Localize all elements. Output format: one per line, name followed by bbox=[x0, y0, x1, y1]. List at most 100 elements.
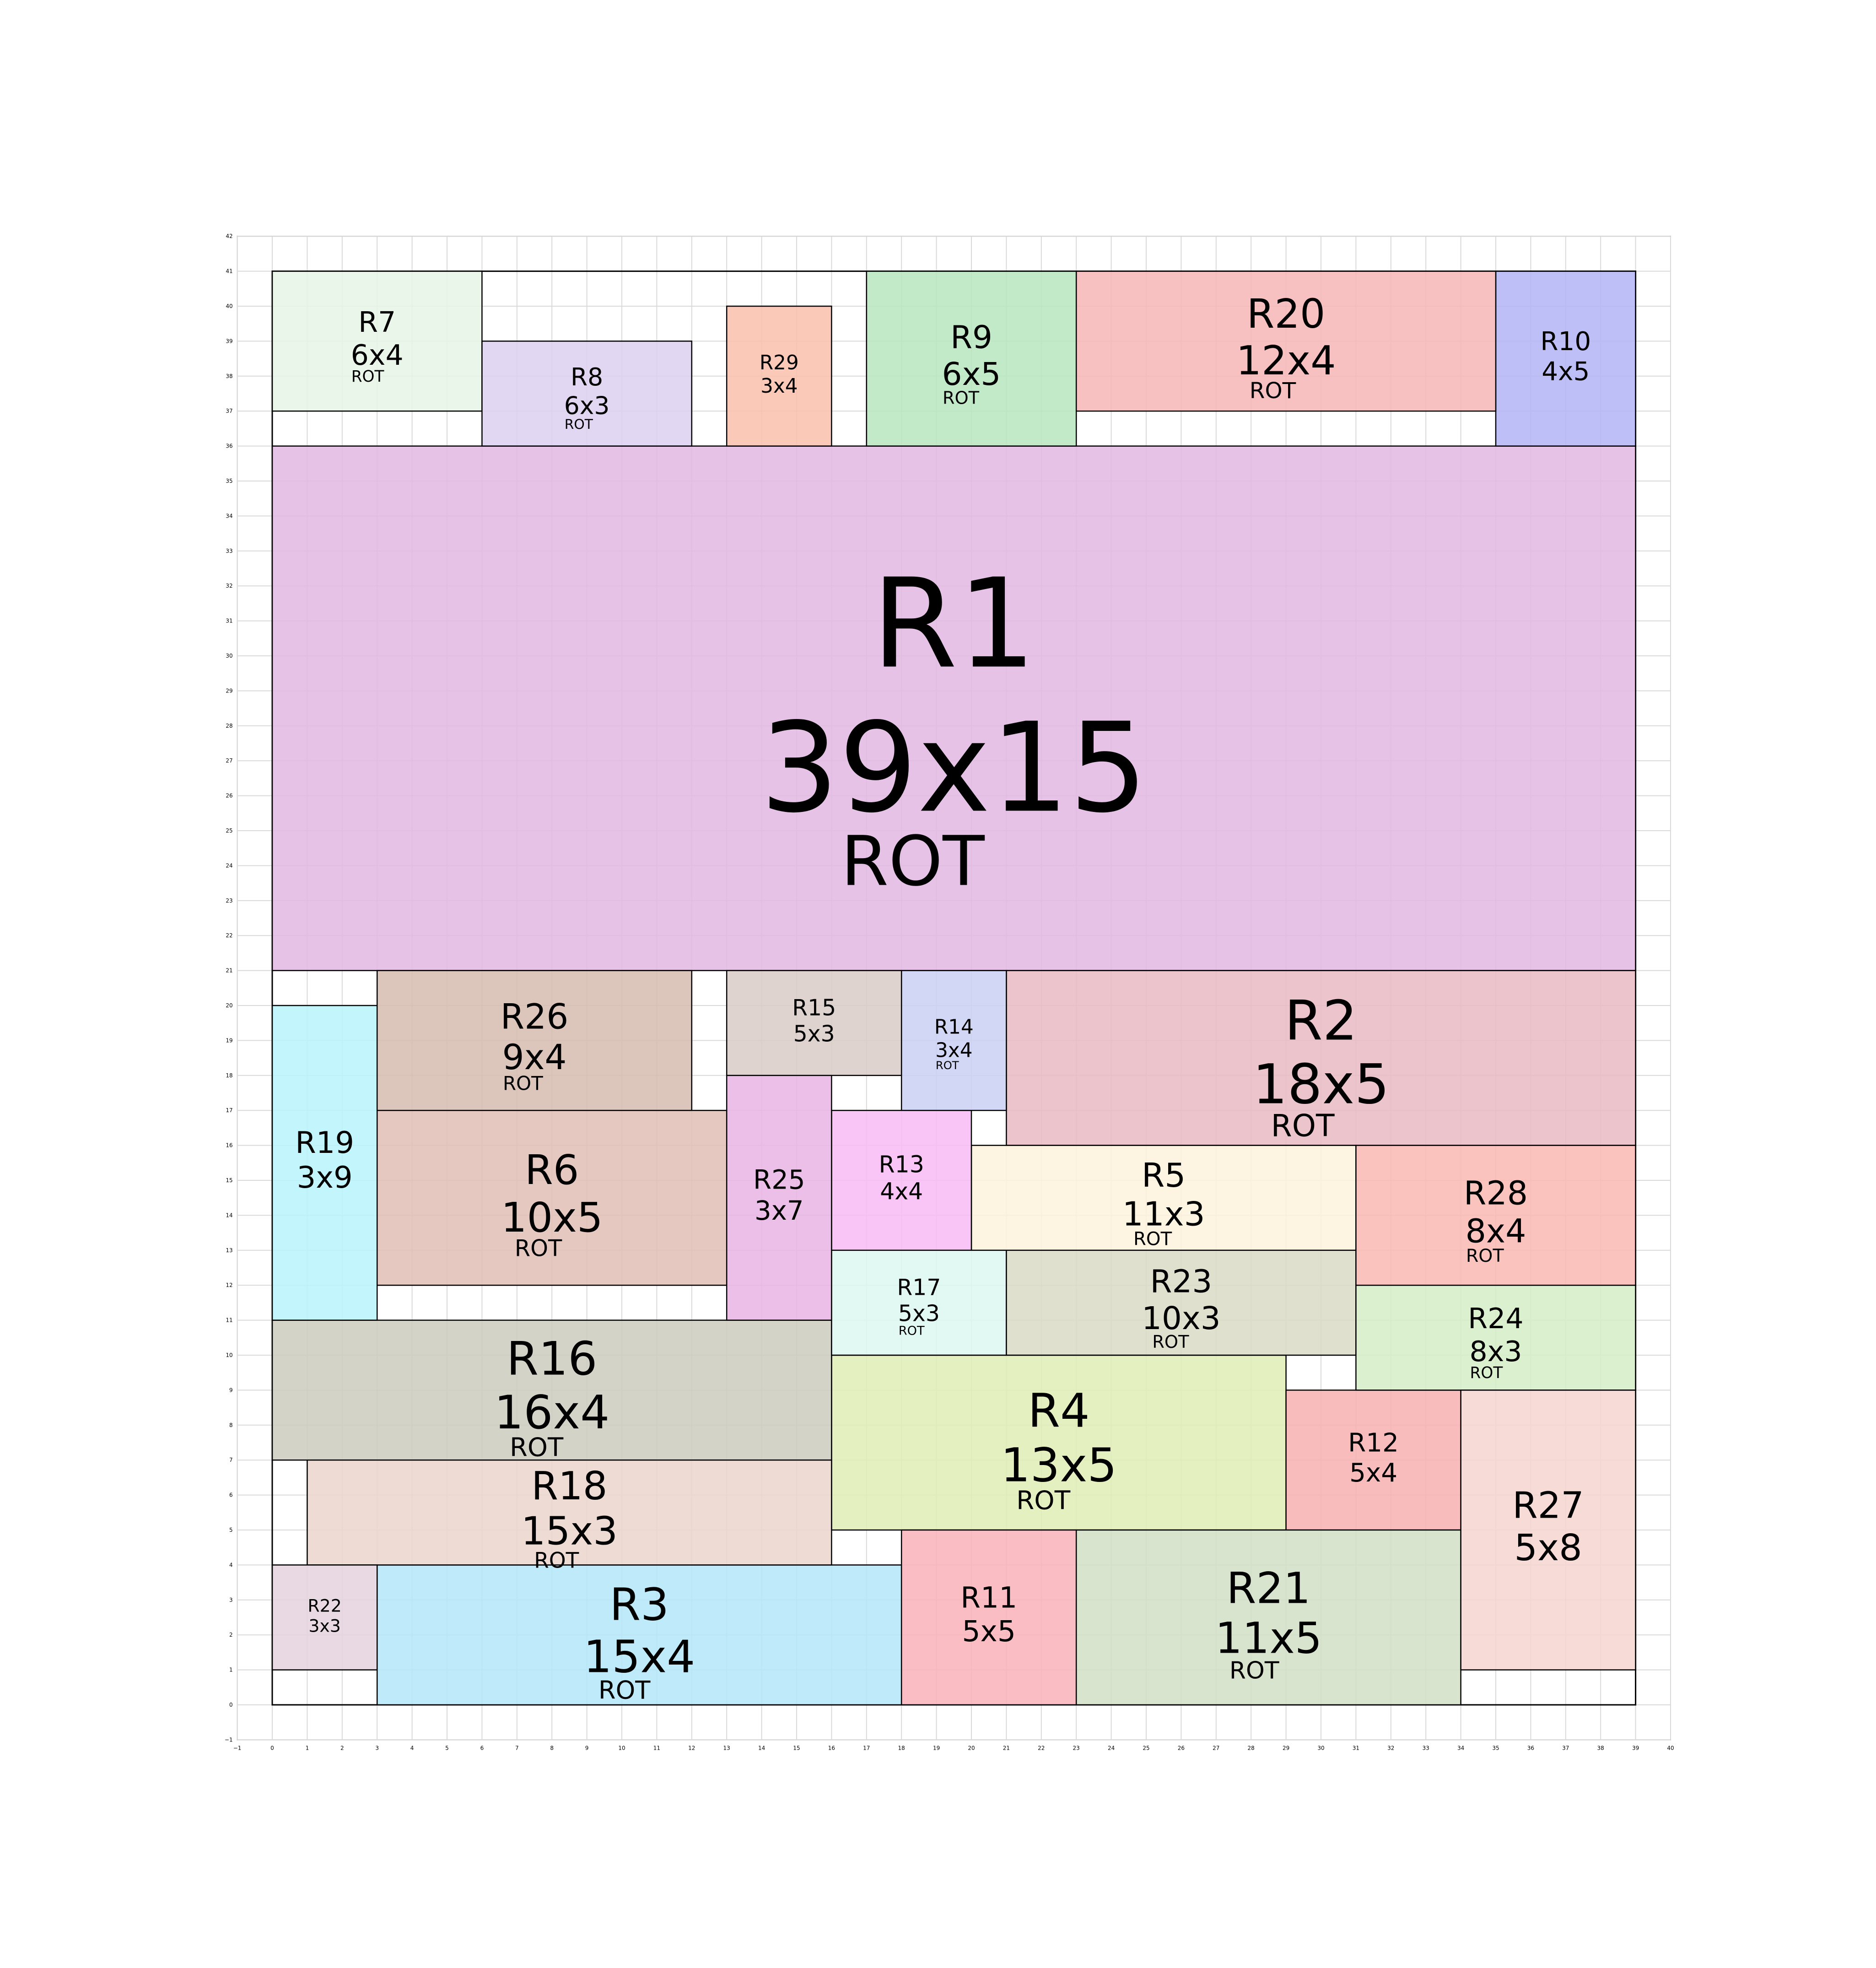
y-tick-label: 20 bbox=[226, 1002, 232, 1009]
y-tick-label: 23 bbox=[226, 897, 232, 904]
rect-rot-label: ROT bbox=[1470, 1364, 1504, 1382]
rect-id-label: R17 bbox=[897, 1275, 941, 1301]
y-tick-label: 27 bbox=[226, 757, 232, 764]
x-tick-label: 23 bbox=[1073, 1745, 1080, 1751]
y-tick-label: 18 bbox=[226, 1072, 232, 1079]
x-tick-label: 7 bbox=[515, 1745, 519, 1751]
rect-dims-label: 10x5 bbox=[501, 1194, 603, 1242]
rect-r9: R96x5ROT bbox=[866, 270, 1077, 447]
rect-r23: R2310x3ROT bbox=[1006, 1249, 1357, 1356]
rect-id-label: R10 bbox=[1540, 327, 1591, 357]
y-tick-label: 13 bbox=[226, 1247, 232, 1254]
x-tick-label: 39 bbox=[1632, 1745, 1639, 1751]
y-tick-label: 24 bbox=[226, 862, 232, 869]
rect-id-label: R29 bbox=[760, 351, 799, 374]
rect-dims-label: 10x3 bbox=[1142, 1300, 1221, 1337]
y-tick-label: −1 bbox=[225, 1736, 233, 1743]
x-tick-label: 15 bbox=[793, 1745, 800, 1751]
rect-dims-label: 11x3 bbox=[1122, 1195, 1205, 1233]
x-tick-label: 14 bbox=[758, 1745, 765, 1751]
y-tick-label: 7 bbox=[229, 1457, 233, 1463]
rect-dims-label: 18x5 bbox=[1253, 1053, 1390, 1117]
rect-r22: R223x3 bbox=[271, 1564, 378, 1671]
x-tick-label: 29 bbox=[1283, 1745, 1289, 1751]
rect-r17: R175x3ROT bbox=[831, 1249, 1007, 1356]
rect-r14: R143x4ROT bbox=[900, 970, 1007, 1111]
x-tick-label: 24 bbox=[1108, 1745, 1115, 1751]
rect-r2: R218x5ROT bbox=[1006, 970, 1636, 1146]
rect-rot-label: ROT bbox=[1152, 1332, 1189, 1352]
rect-r28: R288x4ROT bbox=[1355, 1145, 1636, 1286]
rect-r16: R1616x4ROT bbox=[271, 1319, 832, 1462]
x-tick-label: 5 bbox=[445, 1745, 449, 1751]
rect-dims-label: 4x4 bbox=[880, 1178, 923, 1205]
y-tick-label: 39 bbox=[226, 338, 232, 344]
x-tick-label: 28 bbox=[1248, 1745, 1255, 1751]
y-tick-label: 25 bbox=[226, 827, 232, 834]
rect-dims-label: 12x4 bbox=[1236, 337, 1336, 384]
rect-rot-label: ROT bbox=[510, 1433, 564, 1462]
rect-id-label: R3 bbox=[609, 1579, 669, 1631]
rect-rot-label: ROT bbox=[1229, 1657, 1279, 1684]
x-tick-label: −1 bbox=[233, 1745, 242, 1751]
x-tick-label: 4 bbox=[410, 1745, 414, 1751]
rect-id-label: R22 bbox=[307, 1595, 341, 1616]
y-tick-label: 37 bbox=[226, 408, 232, 414]
rect-r29: R293x4 bbox=[726, 305, 832, 447]
x-tick-label: 34 bbox=[1457, 1745, 1464, 1751]
rect-r4: R413x5ROT bbox=[831, 1354, 1287, 1531]
rect-r26: R269x4ROT bbox=[376, 970, 693, 1111]
rect-id-label: R11 bbox=[960, 1581, 1017, 1615]
rect-r21: R2111x5ROT bbox=[1075, 1529, 1461, 1706]
rect-r13: R134x4 bbox=[831, 1109, 972, 1251]
rect-rot-label: ROT bbox=[565, 416, 593, 433]
y-tick-label: 8 bbox=[229, 1422, 233, 1428]
y-tick-label: 22 bbox=[226, 932, 232, 939]
rect-id-label: R4 bbox=[1028, 1384, 1089, 1438]
rect-rot-label: ROT bbox=[534, 1548, 579, 1573]
x-tick-label: 3 bbox=[375, 1745, 379, 1751]
y-tick-label: 28 bbox=[226, 723, 232, 729]
rect-dims-label: 16x4 bbox=[494, 1385, 609, 1439]
y-tick-label: 9 bbox=[229, 1387, 233, 1393]
y-tick-label: 38 bbox=[226, 373, 232, 379]
rect-dims-label: 3x3 bbox=[308, 1616, 340, 1636]
x-tick-label: 13 bbox=[723, 1745, 730, 1751]
x-tick-label: 30 bbox=[1317, 1745, 1324, 1751]
y-tick-label: 41 bbox=[226, 268, 232, 275]
rect-id-label: R8 bbox=[571, 362, 603, 391]
y-tick-label: 32 bbox=[226, 583, 232, 589]
rect-r12: R125x4 bbox=[1285, 1389, 1461, 1531]
rect-r18: R1815x3ROT bbox=[307, 1459, 832, 1573]
rect-id-label: R1 bbox=[872, 551, 1036, 696]
rect-dims-label: 5x3 bbox=[898, 1301, 940, 1327]
x-tick-label: 27 bbox=[1213, 1745, 1219, 1751]
y-tick-label: 42 bbox=[226, 233, 232, 239]
y-tick-label: 0 bbox=[229, 1702, 233, 1708]
x-tick-label: 38 bbox=[1597, 1745, 1604, 1751]
rect-rot-label: ROT bbox=[1466, 1245, 1504, 1266]
y-tick-label: 34 bbox=[226, 513, 232, 519]
rect-dims-label: 8x3 bbox=[1469, 1335, 1522, 1368]
x-tick-label: 0 bbox=[270, 1745, 274, 1751]
rect-id-label: R24 bbox=[1468, 1302, 1523, 1335]
rect-rot-label: ROT bbox=[351, 368, 385, 386]
rect-id-label: R15 bbox=[792, 995, 836, 1021]
x-tick-label: 32 bbox=[1387, 1745, 1394, 1751]
x-tick-label: 22 bbox=[1038, 1745, 1045, 1751]
y-tick-label: 2 bbox=[229, 1632, 233, 1638]
rect-dims-label: 4x5 bbox=[1542, 357, 1590, 387]
y-tick-label: 12 bbox=[226, 1282, 232, 1288]
x-tick-label: 40 bbox=[1667, 1745, 1674, 1751]
rect-dims-label: 9x4 bbox=[502, 1037, 567, 1077]
y-tick-label: 15 bbox=[226, 1177, 232, 1184]
x-tick-label: 10 bbox=[618, 1745, 625, 1751]
y-tick-label: 1 bbox=[229, 1667, 233, 1673]
x-tick-label: 18 bbox=[898, 1745, 905, 1751]
rect-dims-label: 15x4 bbox=[583, 1631, 695, 1683]
x-tick-label: 2 bbox=[340, 1745, 344, 1751]
rect-rot-label: ROT bbox=[1271, 1108, 1335, 1143]
rect-rot-label: ROT bbox=[899, 1324, 925, 1338]
x-tick-label: 25 bbox=[1143, 1745, 1149, 1751]
y-tick-label: 35 bbox=[226, 478, 232, 484]
